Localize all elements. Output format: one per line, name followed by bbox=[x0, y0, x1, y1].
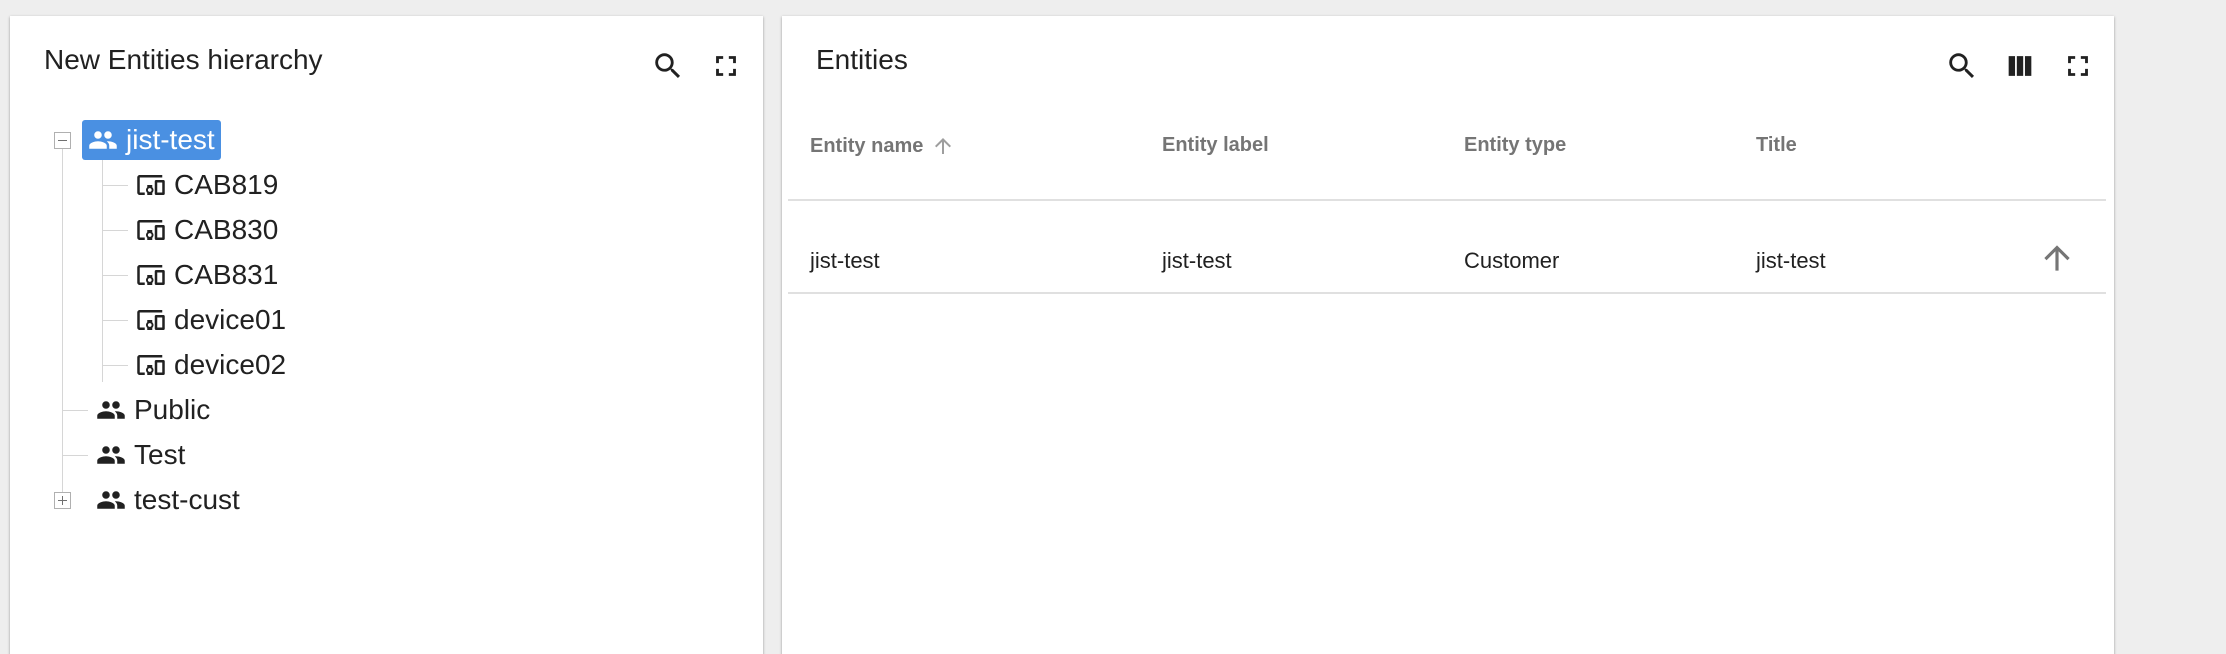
tree-node-device[interactable]: CAB819 bbox=[130, 165, 284, 205]
cell-entity-name: jist-test bbox=[810, 248, 880, 273]
fullscreen-icon bbox=[2068, 56, 2088, 76]
devices-icon bbox=[137, 220, 165, 240]
column-header-entity-name[interactable]: Entity name bbox=[810, 134, 955, 158]
tree-node-label: CAB831 bbox=[174, 259, 279, 290]
devices-icon bbox=[137, 310, 165, 330]
customer-icon bbox=[97, 401, 125, 419]
fullscreen-button[interactable] bbox=[2054, 42, 2102, 90]
devices-icon bbox=[137, 355, 165, 375]
tree-node-customer[interactable]: test-cust bbox=[90, 480, 246, 520]
tree-connector bbox=[62, 136, 63, 500]
tree-connector bbox=[102, 275, 128, 276]
cell-entity-label: jist-test bbox=[1162, 248, 1232, 273]
tree-connector bbox=[102, 185, 128, 186]
devices-icon bbox=[137, 175, 165, 195]
customer-icon bbox=[97, 446, 125, 464]
customer-icon bbox=[97, 491, 125, 509]
tree-node-customer[interactable]: Test bbox=[90, 435, 191, 475]
plus-icon-vertical bbox=[62, 496, 63, 505]
tree-node-device[interactable]: CAB831 bbox=[130, 255, 284, 295]
tree-node-label: CAB830 bbox=[174, 214, 279, 245]
tree-node-customer[interactable]: Public bbox=[90, 390, 216, 430]
tree-connector bbox=[102, 156, 103, 382]
column-header-entity-type[interactable]: Entity type bbox=[1464, 134, 1566, 157]
cell-entity-type: Customer bbox=[1464, 248, 1560, 273]
search-icon bbox=[1949, 53, 1975, 79]
tree-node-label: jist-test bbox=[126, 124, 215, 155]
tree-node-label: device01 bbox=[174, 304, 287, 335]
row-divider bbox=[788, 292, 2106, 294]
customer-icon bbox=[89, 131, 117, 149]
minus-icon bbox=[58, 140, 67, 141]
tree-connector bbox=[62, 410, 88, 411]
tree-node-label: Test bbox=[134, 439, 186, 470]
go-to-parent-button[interactable] bbox=[2027, 228, 2087, 288]
tree-node-device[interactable]: device01 bbox=[130, 300, 292, 340]
collapse-toggle[interactable] bbox=[54, 132, 71, 149]
tree-connector bbox=[102, 230, 128, 231]
search-button[interactable] bbox=[1938, 42, 1986, 90]
tree-node-device[interactable]: CAB830 bbox=[130, 210, 284, 250]
tree-node-label: CAB819 bbox=[174, 169, 279, 200]
tree-connector bbox=[62, 455, 88, 456]
cell-title: jist-test bbox=[1756, 248, 1826, 273]
expand-toggle[interactable] bbox=[54, 492, 71, 509]
hierarchy-widget: New Entities hierarchy jist-test CAB819 … bbox=[10, 16, 763, 654]
tree-connector bbox=[102, 365, 128, 366]
tree-node-label: Public bbox=[134, 394, 211, 425]
column-header-label: Title bbox=[1756, 134, 1797, 156]
sort-ascending-icon bbox=[935, 138, 952, 154]
column-header-entity-label[interactable]: Entity label bbox=[1162, 134, 1269, 157]
arrow-up-icon bbox=[2044, 245, 2070, 271]
entities-widget: Entities Entity name Entity label Entity… bbox=[782, 16, 2114, 654]
header-divider bbox=[788, 199, 2106, 201]
entity-tree: jist-test CAB819 CAB830 CAB831 device01 … bbox=[10, 16, 763, 654]
tree-node-label: test-cust bbox=[134, 484, 240, 515]
devices-icon bbox=[137, 265, 165, 285]
tree-node-label: device02 bbox=[174, 349, 287, 380]
tree-node-jist-test[interactable]: jist-test bbox=[82, 120, 221, 160]
column-header-label: Entity label bbox=[1162, 134, 1269, 156]
tree-node-device[interactable]: device02 bbox=[130, 345, 292, 385]
columns-icon bbox=[2008, 56, 2032, 76]
column-header-label: Entity type bbox=[1464, 134, 1567, 156]
column-header-label: Entity name bbox=[810, 134, 924, 157]
tree-connector bbox=[102, 320, 128, 321]
columns-button[interactable] bbox=[1996, 42, 2044, 90]
column-header-title[interactable]: Title bbox=[1756, 134, 1797, 157]
entities-widget-title: Entities bbox=[816, 44, 908, 75]
